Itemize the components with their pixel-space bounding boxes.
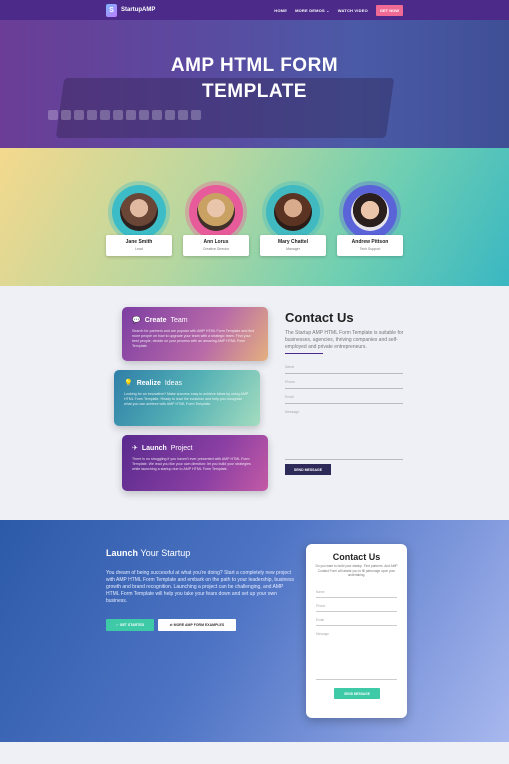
- member-name: Jane Smith: [125, 239, 153, 245]
- hero-background-icons: [48, 110, 201, 120]
- chat-icon: 💬: [132, 317, 141, 324]
- launch-title: Launch Your Startup: [106, 548, 191, 558]
- feature-text: Search for partners and are popular with…: [132, 329, 255, 348]
- team-section: Jane Smith Lead Ann Lorus Creative Direc…: [0, 148, 509, 286]
- member-name: Andrew Pittson: [351, 239, 389, 245]
- member-card: Andrew Pittson Tech Support: [337, 235, 403, 256]
- form-phone-field[interactable]: Phone: [316, 604, 397, 612]
- hero-section: AMP HTML FORM TEMPLATE: [0, 20, 509, 148]
- member-role: Creative Director: [202, 247, 230, 251]
- form-title: Contact Us: [332, 552, 381, 562]
- nav-link-watch-video[interactable]: WATCH VIDEO: [338, 8, 368, 13]
- plane-icon: ✈: [132, 445, 138, 452]
- phone-field[interactable]: Phone: [285, 380, 403, 389]
- member-role: Tech Support: [359, 247, 381, 251]
- member-name: Mary Chattel: [277, 239, 308, 245]
- brand-name: StartupAMP: [121, 7, 156, 13]
- feature-card-realize: 💡 Realize Ideas Looking for an innovative…: [114, 370, 260, 426]
- feature-heading: 💡 Realize Ideas: [124, 379, 182, 388]
- divider: [285, 353, 323, 354]
- member-role: Lead: [135, 247, 143, 251]
- logo[interactable]: S StartupAMP: [106, 3, 156, 17]
- form-name-field[interactable]: Name: [316, 590, 397, 598]
- contact-description: The Startup AMP HTML Form Template is su…: [285, 330, 404, 350]
- avatar: [197, 193, 235, 231]
- member-card: Mary Chattel Manager: [260, 235, 326, 256]
- form-email-field[interactable]: Email: [316, 618, 397, 626]
- contact-title: Contact Us: [285, 310, 354, 325]
- form-send-button[interactable]: SEND MESSAGE: [334, 688, 380, 699]
- form-message-field[interactable]: Message: [316, 632, 397, 680]
- feature-card-launch: ✈ Launch Project There is no struggling i…: [122, 435, 268, 491]
- logo-icon: S: [106, 3, 117, 17]
- footer: [0, 742, 509, 764]
- bulb-icon: 💡: [124, 380, 133, 387]
- feature-heading: ✈ Launch Project: [132, 444, 193, 453]
- member-card: Jane Smith Lead: [106, 235, 172, 256]
- top-nav: S StartupAMP HOME MORE DEMOS ⌄ WATCH VID…: [0, 0, 509, 20]
- avatar: [351, 193, 389, 231]
- hero-title: AMP HTML FORM TEMPLATE: [170, 55, 339, 102]
- get-started-button[interactable]: ✓ GET STARTED: [106, 619, 154, 631]
- get-now-button[interactable]: GET NOW: [375, 4, 403, 16]
- nav-link-home[interactable]: HOME: [274, 8, 287, 13]
- member-role: Manager: [286, 247, 300, 251]
- launch-description: You dream of being successful at what yo…: [106, 570, 295, 604]
- send-message-button[interactable]: SEND MESSAGE: [285, 464, 331, 475]
- launch-contact-form: Contact Us Do you want to build your sta…: [306, 544, 407, 718]
- feature-text: Looking for an innovative? Make success …: [124, 392, 249, 406]
- email-field[interactable]: Email: [285, 395, 403, 404]
- nav-links: HOME MORE DEMOS ⌄ WATCH VIDEO GET NOW: [274, 4, 403, 16]
- nav-link-more-demos[interactable]: MORE DEMOS ⌄: [295, 8, 330, 13]
- member-card: Ann Lorus Creative Director: [183, 235, 249, 256]
- message-field[interactable]: Message: [285, 410, 403, 460]
- feature-heading: 💬 Create Team: [132, 316, 188, 325]
- feature-card-create: 💬 Create Team Search for partners and are…: [122, 307, 268, 361]
- name-field[interactable]: Name: [285, 365, 403, 374]
- avatar: [120, 193, 158, 231]
- member-name: Ann Lorus: [203, 239, 229, 245]
- feature-text: There is no struggling if you haven't ev…: [132, 457, 251, 471]
- more-examples-button[interactable]: ⇄ MORE AMP FORM EXAMPLES: [158, 619, 236, 631]
- launch-section: Launch Your Startup You dream of being s…: [0, 520, 509, 742]
- form-description: Do you want to build your startup. Find …: [315, 564, 398, 577]
- avatar: [274, 193, 312, 231]
